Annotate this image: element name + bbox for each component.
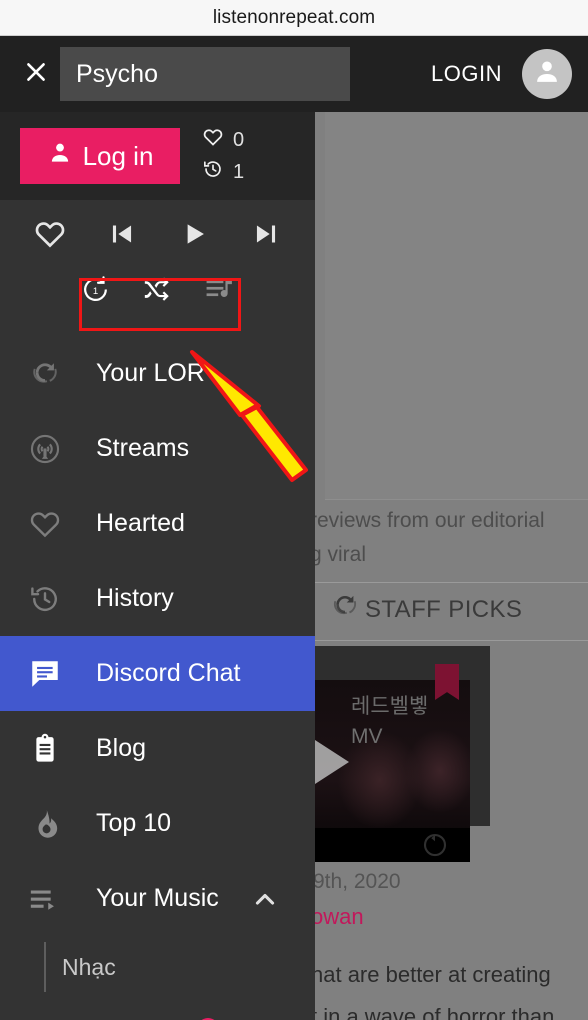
hearted-count: 0 — [233, 128, 245, 151]
player-controls: 1 — [0, 200, 315, 330]
sidebar-item-label: Top 10 — [96, 809, 172, 837]
login-link[interactable]: LOGIN — [431, 61, 502, 87]
lor-wreath-icon — [26, 355, 64, 393]
skip-next-icon — [249, 217, 283, 256]
new-playlist-label: New Playlist — [58, 1016, 183, 1020]
clipboard-icon — [26, 730, 64, 768]
background-description-line1: reviews from our editorial — [315, 509, 545, 532]
sidebar-item-label: Your Music — [96, 884, 219, 912]
video-title-line2: MV — [351, 725, 383, 748]
sidebar-item-top-10[interactable]: Top 10 — [0, 786, 315, 861]
post-body-line2: t in a wave of horror than — [315, 1004, 555, 1020]
playlist-play-icon — [26, 880, 64, 918]
previous-button[interactable] — [100, 214, 144, 258]
staff-picks-label: STAFF PICKS — [365, 595, 523, 623]
transport-row — [0, 200, 315, 258]
history-icon — [26, 580, 64, 618]
hearted-counter[interactable]: 0 — [202, 126, 244, 154]
playlist-item[interactable]: Nhạc — [0, 936, 315, 998]
sidebar-item-your-music[interactable]: Your Music — [0, 861, 315, 936]
shuffle-icon — [142, 274, 173, 310]
queue-button[interactable] — [200, 272, 240, 312]
play-icon[interactable] — [315, 740, 349, 784]
chat-icon — [26, 655, 64, 693]
login-button-label: Log in — [82, 140, 154, 171]
sidebar-item-label: Blog — [96, 734, 147, 762]
background-divider-2 — [315, 640, 588, 641]
chevron-up-icon[interactable] — [251, 885, 279, 913]
url-text: listenonrepeat.com — [212, 6, 376, 28]
sidebar-item-discord-chat[interactable]: Discord Chat — [0, 636, 315, 711]
account-circle-icon — [530, 55, 564, 94]
repeat-icon — [420, 830, 450, 860]
post-body-line1: hat are better at creating — [315, 962, 551, 987]
mode-row: 1 — [0, 258, 315, 312]
browser-url-bar[interactable]: listenonrepeat.com — [0, 0, 588, 36]
heart-outline-icon — [33, 217, 67, 256]
screen-root: listenonrepeat.com reviews from our edit… — [0, 0, 588, 1020]
lor-wreath-icon — [329, 590, 361, 629]
staff-picks-heading: STAFF PICKS — [329, 590, 522, 629]
sidebar-header: Log in 0 1 — [0, 112, 315, 200]
flame-icon — [26, 805, 64, 843]
history-count: 1 — [233, 160, 245, 183]
post-date: 9th, 2020 — [315, 870, 401, 893]
background-description: reviews from our editorial g viral — [315, 504, 588, 572]
next-button[interactable] — [244, 214, 288, 258]
repeat-one-button[interactable]: 1 — [76, 272, 116, 312]
shuffle-button[interactable] — [138, 272, 178, 312]
sidebar-item-label: History — [96, 584, 174, 612]
sidebar-item-label: Streams — [96, 434, 190, 462]
favorite-button[interactable] — [28, 214, 72, 258]
sidebar-item-history[interactable]: History — [0, 561, 315, 636]
login-button[interactable]: Log in — [20, 128, 180, 184]
playlist-queue-icon — [204, 274, 235, 310]
avatar[interactable] — [522, 49, 572, 99]
background-description-line2: g viral — [315, 543, 367, 566]
sidebar-item-blog[interactable]: Blog — [0, 711, 315, 786]
sidebar-nav: Your LOR Streams Hearted History Discord… — [0, 330, 315, 1020]
sidebar-item-streams[interactable]: Streams — [0, 411, 315, 486]
svg-text:1: 1 — [93, 286, 98, 297]
background-content: reviews from our editorial g viral STAFF… — [315, 112, 588, 1020]
repeat-one-icon: 1 — [80, 274, 111, 310]
new-playlist-button[interactable]: New Playlist — [0, 998, 315, 1020]
sidebar-counters: 0 1 — [202, 126, 244, 186]
search-input[interactable] — [60, 47, 350, 101]
close-icon — [23, 59, 49, 90]
video-title-line1: 레드벨볳 — [351, 695, 429, 718]
post-author[interactable]: owan — [315, 904, 364, 930]
sidebar-item-your-lor[interactable]: Your LOR — [0, 336, 315, 411]
app-bar: LOGIN — [0, 36, 588, 112]
sidebar-item-label: Hearted — [96, 509, 185, 537]
play-icon — [177, 217, 211, 256]
sidebar-item-hearted[interactable]: Hearted — [0, 486, 315, 561]
sidebar: Log in 0 1 1 Your LOR Streams Hearted Hi… — [0, 112, 315, 1020]
history-counter[interactable]: 1 — [202, 158, 244, 186]
broadcast-icon — [26, 430, 64, 468]
background-divider-1 — [315, 582, 588, 583]
play-button[interactable] — [172, 214, 216, 258]
sidebar-item-label: Discord Chat — [96, 659, 241, 687]
background-card — [325, 112, 588, 500]
close-button[interactable] — [14, 52, 58, 96]
person-icon — [47, 140, 73, 173]
heart-outline-icon — [202, 126, 224, 154]
history-icon — [202, 158, 224, 186]
skip-previous-icon — [105, 217, 139, 256]
heart-outline-icon — [26, 505, 64, 543]
sidebar-item-label: Your LOR — [96, 359, 205, 387]
playlist-name: Nhạc — [62, 953, 116, 980]
